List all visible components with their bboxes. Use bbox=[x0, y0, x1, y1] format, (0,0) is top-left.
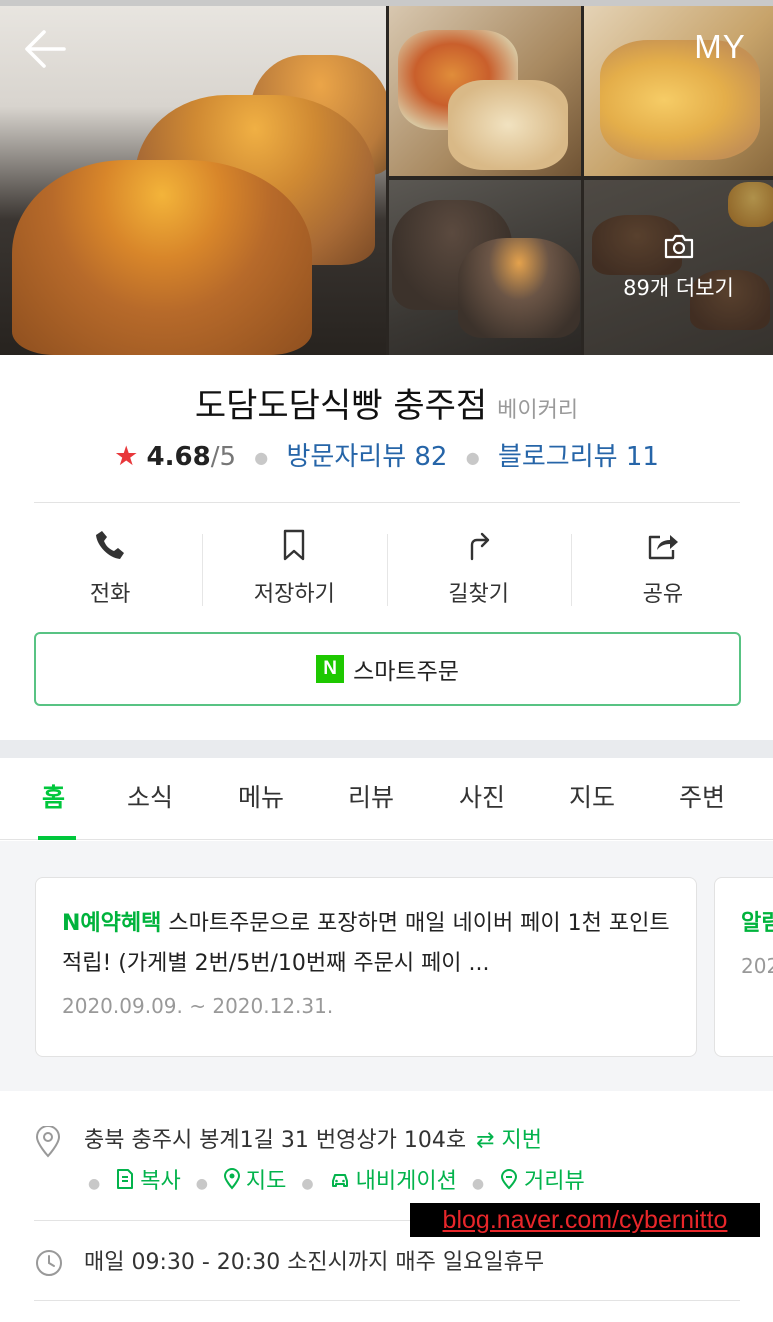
street-view-icon bbox=[501, 1169, 518, 1190]
share-button[interactable]: 공유 bbox=[570, 520, 755, 616]
map-label: 지도 bbox=[245, 1169, 287, 1194]
business-hours: 매일 09:30 - 20:30 소진시까지 매주 일요일휴무 bbox=[84, 1250, 545, 1275]
phone-icon bbox=[96, 531, 125, 559]
promo-carousel[interactable]: N예약혜택 스마트주문으로 포장하면 매일 네이버 페이 1천 포인트 적립! … bbox=[0, 841, 773, 1091]
my-button[interactable]: MY bbox=[680, 22, 760, 72]
place-category: 베이커리 bbox=[497, 398, 579, 423]
promo-body: N예약혜택 스마트주문으로 포장하면 매일 네이버 페이 1천 포인트 적립! … bbox=[62, 904, 670, 984]
separator-dot: ● bbox=[254, 448, 269, 467]
tab-bar: 홈 소식 메뉴 리뷰 사진 지도 주변 bbox=[0, 758, 773, 840]
rating-max: /5 bbox=[210, 442, 237, 472]
smart-order-button[interactable]: N 스마트주문 bbox=[34, 632, 741, 706]
share-label: 공유 bbox=[642, 582, 684, 607]
status-bar-strip bbox=[0, 0, 773, 6]
call-button[interactable]: 전화 bbox=[18, 520, 202, 616]
tab-nearby[interactable]: 주변 bbox=[679, 778, 725, 814]
tab-map[interactable]: 지도 bbox=[569, 778, 615, 814]
separator-dot: ● bbox=[301, 1176, 314, 1192]
navigation-label: 내비게이션 bbox=[355, 1169, 457, 1194]
bread-shape bbox=[448, 80, 568, 170]
address-actions: ● 복사 ● 지도 ● 내비게이션 ● 거리뷰 bbox=[80, 1163, 585, 1196]
car-icon bbox=[331, 1174, 348, 1187]
promo-date: 202 bbox=[741, 954, 773, 978]
promo-highlight: 알림 bbox=[741, 911, 773, 936]
street-view-button[interactable]: 거리뷰 bbox=[499, 1163, 585, 1195]
bookmark-icon bbox=[284, 529, 305, 561]
tab-home[interactable]: 홈 bbox=[42, 778, 65, 814]
bread-shape bbox=[12, 160, 312, 355]
tab-menu[interactable]: 메뉴 bbox=[238, 778, 284, 814]
rating-score: 4.68 bbox=[146, 442, 211, 472]
copy-address-button[interactable]: 복사 bbox=[115, 1163, 181, 1195]
promo-body: 알림 bbox=[741, 904, 773, 944]
camera-icon bbox=[664, 234, 694, 259]
photo-gallery[interactable]: 89개 더보기 bbox=[0, 0, 773, 355]
clock-icon bbox=[36, 1250, 62, 1276]
save-button[interactable]: 저장하기 bbox=[202, 520, 386, 616]
separator-dot: ● bbox=[88, 1176, 101, 1192]
tab-photos[interactable]: 사진 bbox=[459, 778, 505, 814]
directions-button[interactable]: 길찾기 bbox=[386, 520, 571, 616]
street-view-label: 거리뷰 bbox=[524, 1169, 585, 1194]
more-photos-overlay[interactable] bbox=[584, 180, 773, 355]
divider bbox=[34, 1300, 740, 1301]
address-value: 충북 충주시 봉계1길 31 번영상가 104호 bbox=[84, 1128, 467, 1153]
place-name: 도담도담식빵 충주점 bbox=[194, 386, 488, 426]
copy-icon bbox=[117, 1169, 134, 1189]
smart-order-label: 스마트주문 bbox=[353, 659, 459, 685]
separator-dot: ● bbox=[195, 1176, 208, 1192]
call-label: 전화 bbox=[89, 582, 131, 607]
rating-row: ★ 4.68/5 ● 방문자리뷰 82 ● 블로그리뷰 11 bbox=[0, 436, 773, 473]
separator-dot: ● bbox=[471, 1176, 485, 1192]
navigation-button[interactable]: 내비게이션 bbox=[329, 1163, 457, 1195]
place-title-row: 도담도담식빵 충주점 베이커리 bbox=[0, 378, 773, 427]
action-bar: 전화 저장하기 길찾기 공유 bbox=[18, 520, 755, 616]
promo-card[interactable]: N예약혜택 스마트주문으로 포장하면 매일 네이버 페이 1천 포인트 적립! … bbox=[35, 877, 697, 1057]
separator-dot: ● bbox=[465, 448, 480, 467]
bread-shape bbox=[458, 238, 580, 338]
directions-label: 길찾기 bbox=[448, 582, 509, 607]
divider bbox=[34, 502, 740, 503]
promo-date: 2020.09.09. ~ 2020.12.31. bbox=[62, 994, 334, 1018]
location-pin-icon bbox=[35, 1126, 61, 1158]
star-icon: ★ bbox=[114, 441, 139, 472]
save-label: 저장하기 bbox=[253, 582, 335, 607]
promo-card-next[interactable]: 알림 202 bbox=[714, 877, 773, 1057]
active-tab-indicator bbox=[38, 836, 76, 840]
tab-news[interactable]: 소식 bbox=[127, 778, 173, 814]
promo-highlight: N예약혜택 bbox=[62, 911, 162, 936]
share-icon bbox=[648, 535, 678, 560]
section-gap bbox=[0, 740, 773, 758]
map-pin-icon bbox=[223, 1168, 240, 1190]
blog-watermark: blog.naver.com/cybernitto bbox=[410, 1203, 760, 1237]
copy-label: 복사 bbox=[140, 1169, 181, 1194]
more-photos-label[interactable]: 89개 더보기 bbox=[584, 272, 773, 302]
visitor-reviews-link[interactable]: 방문자리뷰 82 bbox=[287, 442, 448, 472]
directions-icon bbox=[470, 532, 489, 561]
back-arrow-icon bbox=[25, 30, 66, 68]
back-button[interactable] bbox=[20, 24, 70, 74]
blog-reviews-link[interactable]: 블로그리뷰 11 bbox=[498, 442, 659, 472]
naver-n-logo: N bbox=[316, 655, 345, 683]
address-text: 충북 충주시 봉계1길 31 번영상가 104호 ⇄ 지번 bbox=[84, 1122, 542, 1154]
lot-number-toggle[interactable]: ⇄ 지번 bbox=[476, 1128, 542, 1153]
map-link-button[interactable]: 지도 bbox=[223, 1163, 286, 1195]
tab-reviews[interactable]: 리뷰 bbox=[348, 778, 394, 814]
